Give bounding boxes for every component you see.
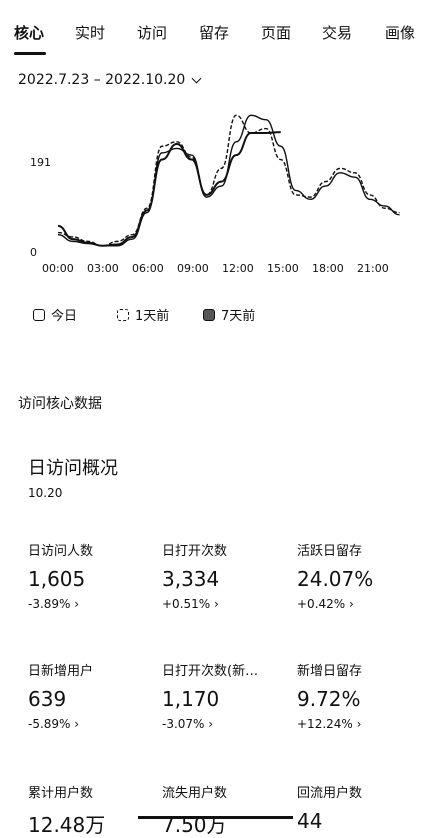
metric-total-users[interactable]: 累计用户数 12.48万 [28,782,158,838]
tab-pages[interactable]: 页面 [261,22,291,43]
scroll-indicator-bar [138,816,293,819]
metric-new-users[interactable]: 日新增用户 639 -5.89% › [28,660,158,731]
metric-value: 12.48万 [28,813,106,837]
metric-value: 44 [297,809,323,833]
metric-label: 日访问人数 [28,544,94,559]
tab-core[interactable]: 核心 [14,22,44,43]
metric-change[interactable]: +0.51% › [162,597,292,611]
metric-daily-opens[interactable]: 日打开次数 3,334 +0.51% › [162,540,292,611]
metric-value: 9.72% [297,687,361,711]
checkbox-icon [203,308,215,321]
tab-retention[interactable]: 留存 [199,22,229,43]
checkbox-icon [33,308,45,321]
x-tick-label: 00:00 [42,262,74,275]
metric-value: 1,170 [162,687,220,711]
section-title: 访问核心数据 [18,396,102,412]
metric-value: 639 [28,687,67,711]
metric-active-retention[interactable]: 活跃日留存 24.07% +0.42% › [297,540,427,611]
metric-change[interactable]: -3.89% › [28,597,158,611]
tab-realtime[interactable]: 实时 [75,22,105,43]
card-date: 10.20 [28,486,63,500]
metric-value: 7.50万 [162,813,227,837]
visits-line-chart: 191 0 00:00 03:00 06:00 09:00 12:00 15:00 18:00… [30,114,400,275]
metric-value: 3,334 [162,567,220,591]
metric-label: 活跃日留存 [297,544,363,559]
metric-returning-users[interactable]: 回流用户数 44 [297,782,427,833]
metric-label: 日打开次数 [162,544,228,559]
x-tick-label: 21:00 [357,262,389,275]
x-tick-label: 15:00 [267,262,299,275]
legend-label: 7天前 [221,309,256,324]
metric-daily-visitors[interactable]: 日访问人数 1,605 -3.89% › [28,540,158,611]
card-title: 日访问概况 [28,458,118,479]
y-tick-label: 191 [30,156,51,169]
y-tick-label: 0 [30,246,37,259]
x-tick-label: 18:00 [312,262,344,275]
tab-visits[interactable]: 访问 [137,22,167,43]
metric-label: 日打开次数(新… [162,664,259,679]
series-line-1 [57,114,400,247]
date-range-selector[interactable]: 2022.7.23 – 2022.10.20 [18,72,202,88]
metric-churned-users[interactable]: 流失用户数 7.50万 [162,782,292,838]
tab-transactions[interactable]: 交易 [322,22,352,43]
x-tick-label: 09:00 [177,262,209,275]
metric-change[interactable]: -5.89% › [28,717,158,731]
legend-item-today[interactable]: 今日 [33,305,77,324]
metric-change[interactable]: +0.42% › [297,597,427,611]
metric-daily-opens-new[interactable]: 日打开次数(新… 1,170 -3.07% › [162,660,267,731]
metric-label: 日新增用户 [28,664,94,679]
metric-label: 新增日留存 [297,664,363,679]
metric-label: 累计用户数 [28,786,94,801]
metric-change[interactable]: -3.07% › [162,717,267,731]
legend-label: 今日 [51,309,78,324]
x-tick-label: 03:00 [87,262,119,275]
metric-label: 流失用户数 [162,786,228,801]
series-line-2 [57,114,400,247]
metric-value: 1,605 [28,567,86,591]
checkbox-icon [117,308,129,321]
chevron-down-icon [191,73,202,83]
metric-change[interactable]: +12.24% › [297,717,427,731]
metric-value: 24.07% [297,567,374,591]
legend-item-1-day-ago[interactable]: 1天前 [117,305,169,324]
legend-item-7-days-ago[interactable]: 7天前 [203,305,255,324]
metric-label: 回流用户数 [297,786,363,801]
series-line-0 [57,131,281,247]
legend-label: 1天前 [135,309,170,324]
metric-new-user-retention[interactable]: 新增日留存 9.72% +12.24% › [297,660,427,731]
x-tick-label: 12:00 [222,262,254,275]
active-tab-indicator [14,52,46,55]
tab-bar: 核心 实时 访问 留存 页面 交易 画像 [0,18,431,58]
date-range-text: 2022.7.23 – 2022.10.20 [18,72,186,88]
tab-profile[interactable]: 画像 [385,22,415,43]
x-tick-label: 06:00 [132,262,164,275]
